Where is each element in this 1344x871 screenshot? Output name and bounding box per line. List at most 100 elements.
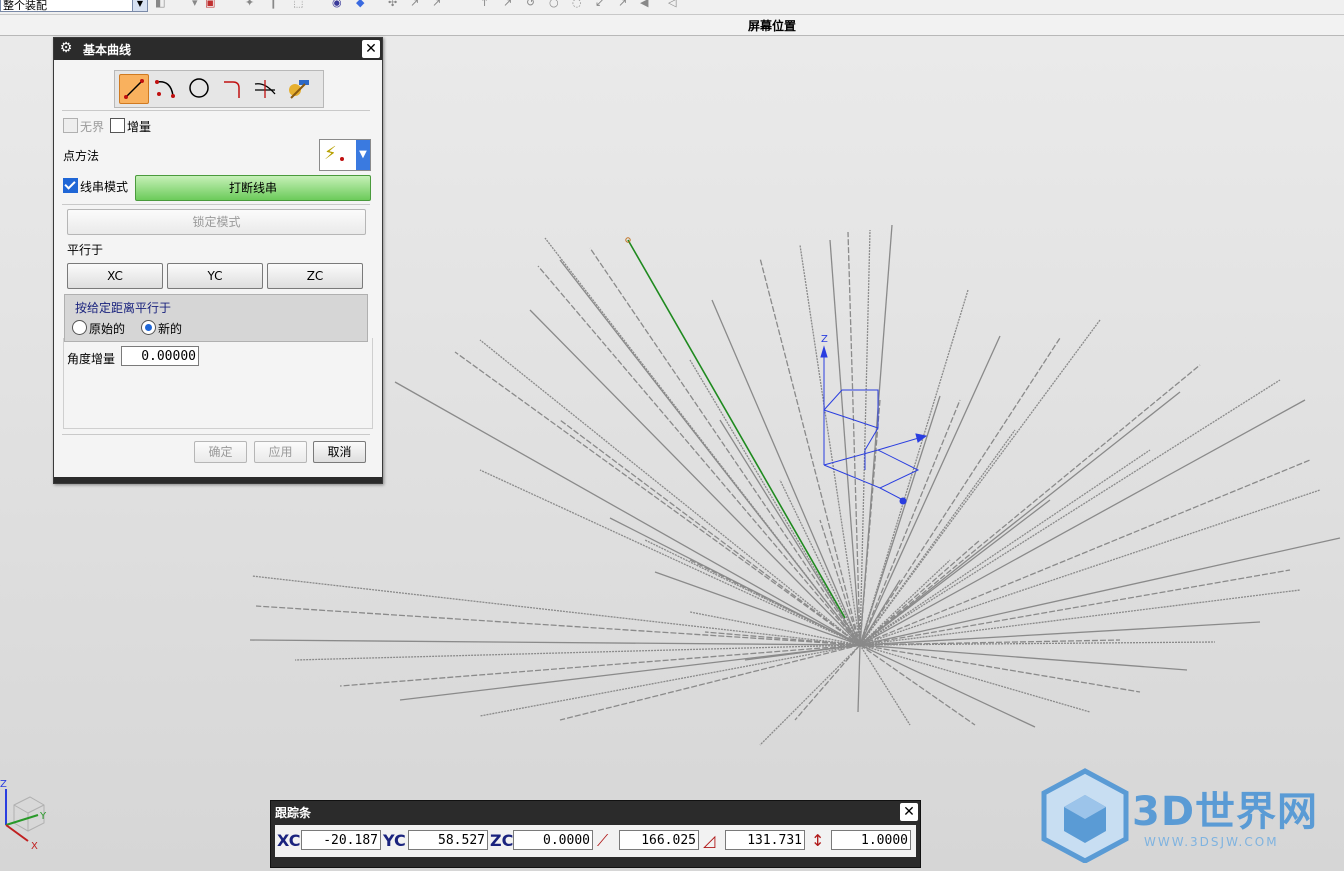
chevron-down-icon[interactable]: ▼ <box>356 140 370 170</box>
toolbar-icon[interactable]: ↗ <box>410 0 420 10</box>
parallel-to-label: 平行于 <box>67 243 104 257</box>
close-icon[interactable]: ✕ <box>362 40 380 58</box>
toolbar-icon[interactable]: ↙ <box>595 0 605 10</box>
circle-icon[interactable] <box>185 74 213 102</box>
new-radio[interactable] <box>141 320 156 335</box>
angle-increment-label: 角度增量 <box>67 352 116 366</box>
curve-line <box>249 639 861 646</box>
toolbar-icon[interactable]: ◉ <box>332 0 342 10</box>
toolbar-icon[interactable]: ⬚ <box>293 0 303 10</box>
increment-checkbox-row[interactable]: 增量 <box>110 118 151 135</box>
curve-line <box>859 537 1341 646</box>
zc-label: ZC <box>490 831 514 850</box>
toolbar-icon[interactable]: ↗ <box>618 0 628 10</box>
toolbar-icon[interactable]: ↗ <box>503 0 513 10</box>
toolbar-icon[interactable]: ◆ <box>356 0 366 10</box>
line-icon[interactable] <box>119 74 149 104</box>
dialog-title-bar[interactable]: ⚙ 基本曲线 ✕ <box>54 38 382 60</box>
toolbar-icon[interactable]: ✦ <box>245 0 255 10</box>
curve-line <box>479 644 861 717</box>
curve-line <box>251 575 861 646</box>
increment-checkbox[interactable] <box>110 118 125 133</box>
original-radio-row[interactable]: 原始的 <box>72 320 125 337</box>
xc-label: XC <box>277 831 301 850</box>
length-input[interactable]: 166.025 <box>619 830 699 850</box>
parallel-zc-button[interactable]: ZC <box>267 263 363 289</box>
toolbar-icon[interactable]: ◌ <box>572 0 582 10</box>
curve-line <box>454 351 861 646</box>
lock-mode-button[interactable]: 锁定模式 <box>67 209 366 235</box>
divider <box>62 110 370 111</box>
toolbar-icon[interactable]: ◧ <box>155 0 165 10</box>
trim-icon[interactable] <box>251 74 279 102</box>
gear-icon[interactable]: ⚙ <box>58 40 74 56</box>
curve-line <box>859 579 901 646</box>
toolbar-icon[interactable]: ▣ <box>205 0 215 10</box>
new-radio-row[interactable]: 新的 <box>141 320 182 337</box>
curve-line <box>859 644 1091 713</box>
zc-input[interactable]: 0.0000 <box>513 830 593 850</box>
yc-label: YC <box>383 831 406 850</box>
point-method-label: 点方法 <box>63 149 100 163</box>
selection-filter-combo[interactable]: 整个装配 ▼ <box>0 0 148 12</box>
string-mode-label: 线串模式 <box>80 180 129 194</box>
close-icon[interactable]: ✕ <box>900 803 918 821</box>
cube-logo-icon <box>1041 768 1129 863</box>
divider <box>62 434 370 435</box>
fillet-icon[interactable] <box>219 74 247 102</box>
toolbar-icon[interactable]: ◀ <box>640 0 650 10</box>
watermark-brand: 3D世界网 <box>1132 789 1319 835</box>
toolbar-icon[interactable]: ○ <box>549 0 559 10</box>
basic-curves-dialog: ⚙ 基本曲线 ✕ 无界 增量 点方法 ⚡ ▼ 线串模式 打断线串 锁定模式 平行… <box>53 37 383 484</box>
parallel-yc-button[interactable]: YC <box>167 263 263 289</box>
curve-line <box>479 339 861 646</box>
toolbar-icon[interactable]: ✣ <box>388 0 398 10</box>
offset-icon: ↕ <box>811 831 825 850</box>
toolbar-icon[interactable]: ┃ <box>270 0 280 10</box>
curve-line <box>859 399 961 646</box>
chevron-down-icon[interactable]: ▼ <box>132 0 147 11</box>
arc-icon[interactable] <box>151 74 179 102</box>
angle-input[interactable]: 131.731 <box>725 830 805 850</box>
curve-line <box>399 644 861 701</box>
curve-line <box>759 644 861 746</box>
xc-input[interactable]: -20.187 <box>301 830 381 850</box>
curve-line <box>255 605 861 646</box>
unbounded-checkbox[interactable] <box>63 118 78 133</box>
divider <box>62 204 370 205</box>
curve-line <box>294 644 861 661</box>
edit-parameter-icon[interactable] <box>285 74 313 102</box>
point-method-dropdown[interactable]: ⚡ ▼ <box>319 139 371 171</box>
string-mode-checkbox[interactable] <box>63 178 78 193</box>
original-label: 原始的 <box>89 322 126 336</box>
cancel-button[interactable]: 取消 <box>313 441 366 463</box>
unbounded-label: 无界 <box>80 120 105 134</box>
curve-line <box>859 644 976 726</box>
toolbar-icon[interactable]: ↺ <box>526 0 536 10</box>
offset-input[interactable]: 1.0000 <box>831 830 911 850</box>
toolbar-icon[interactable]: ▾ <box>192 0 202 10</box>
curve-line <box>859 539 981 646</box>
curve-line <box>859 337 1061 646</box>
point-dot-icon <box>340 157 344 161</box>
curve-line <box>847 231 861 646</box>
toolbar-icon[interactable]: ↑ <box>480 0 490 10</box>
yc-input[interactable]: 58.527 <box>408 830 488 850</box>
curve-line <box>479 469 861 646</box>
curve-type-toolbar <box>114 70 324 108</box>
apply-button[interactable]: 应用 <box>254 441 307 463</box>
unbounded-checkbox-row[interactable]: 无界 <box>63 118 104 135</box>
curve-line <box>859 335 1001 646</box>
angle-increment-input[interactable]: 0.00000 <box>121 346 199 366</box>
original-radio[interactable] <box>72 320 87 335</box>
wcs-z-label: Z <box>821 334 828 345</box>
parallel-xc-button[interactable]: XC <box>67 263 163 289</box>
break-string-button[interactable]: 打断线串 <box>135 175 371 201</box>
length-icon: ⟋ <box>597 831 609 850</box>
toolbar-icon[interactable]: ↗ <box>432 0 442 10</box>
ok-button[interactable]: 确定 <box>194 441 247 463</box>
toolbar-icon[interactable]: ◁ <box>668 0 678 10</box>
tracking-bar-body: XC -20.187 YC 58.527 ZC 0.0000 ⟋ 166.025… <box>275 825 916 857</box>
string-mode-checkbox-row[interactable]: 线串模式 <box>63 178 128 195</box>
top-toolbar: 整个装配 ▼ ◧ ▾ ▣ ✦ ┃ ⬚ ◉ ◆ ✣ ↗ ↗ ↑ ↗ ↺ ○ ◌ ↙… <box>0 0 1344 15</box>
